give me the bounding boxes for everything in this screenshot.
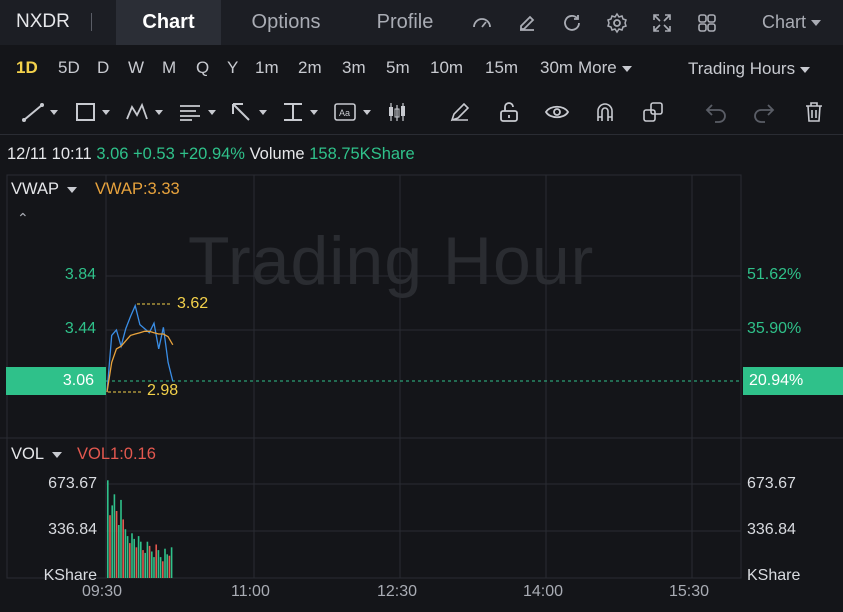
chevron-down-icon bbox=[52, 451, 63, 458]
collapse-caret-icon[interactable]: ⌃ bbox=[17, 210, 29, 227]
time-axis-label: 15:30 bbox=[669, 583, 710, 600]
volume-bar bbox=[120, 499, 122, 578]
volume-bar bbox=[118, 525, 120, 578]
vol-left-axis-label: 673.67 bbox=[48, 475, 97, 492]
time-axis-label: 12:30 bbox=[377, 583, 418, 600]
vwap-indicator-label: VWAP bbox=[11, 180, 59, 198]
volume-bar bbox=[111, 505, 113, 578]
volume-bar bbox=[133, 538, 135, 578]
volume-bar bbox=[166, 554, 168, 578]
current-pct-tag: 20.94% bbox=[743, 367, 843, 395]
volume-bar bbox=[142, 550, 144, 578]
left-axis-label: 3.44 bbox=[64, 320, 96, 337]
volume-bar bbox=[144, 552, 146, 578]
vol-right-axis-label: 336.84 bbox=[747, 521, 796, 538]
vol-right-axis-label: 673.67 bbox=[747, 475, 796, 492]
volume-bar bbox=[137, 536, 140, 578]
vwap-value: VWAP:3.33 bbox=[95, 180, 180, 198]
chevron-down-icon bbox=[66, 186, 77, 193]
vol-indicator-label: VOL bbox=[11, 445, 45, 463]
time-axis-label: 14:00 bbox=[523, 583, 564, 600]
high-price-label: 3.62 bbox=[177, 295, 209, 312]
volume-bar bbox=[126, 536, 129, 578]
volume-bar bbox=[115, 511, 118, 578]
vol-left-axis-label: 336.84 bbox=[48, 521, 97, 538]
time-axis-label: 11:00 bbox=[231, 583, 270, 600]
main-pane-frame bbox=[6, 174, 742, 439]
volume-bar bbox=[148, 545, 151, 578]
volume-bar bbox=[157, 550, 160, 578]
session-watermark: Trading Hour bbox=[188, 223, 595, 299]
volume-bar bbox=[131, 533, 133, 578]
vol-right-axis-unit: KShare bbox=[747, 567, 801, 584]
time-axis-label: 09:30 bbox=[82, 583, 123, 600]
right-axis-label: 35.90% bbox=[747, 320, 802, 337]
volume-bar bbox=[146, 541, 149, 578]
volume-bar bbox=[168, 555, 171, 578]
volume-bar bbox=[135, 547, 138, 578]
volume-bar bbox=[124, 529, 127, 578]
volume-bar bbox=[162, 561, 164, 578]
volume-bar bbox=[153, 557, 155, 578]
volume-bar bbox=[129, 543, 131, 578]
volume-bar bbox=[170, 547, 173, 578]
volume-bar bbox=[159, 557, 162, 578]
vwap-indicator-dropdown[interactable]: VWAP bbox=[11, 180, 77, 199]
volume-bar bbox=[151, 551, 153, 578]
volume-bar bbox=[140, 541, 142, 578]
volume-bar bbox=[155, 544, 157, 578]
low-price-label: 2.98 bbox=[147, 382, 179, 399]
vol-indicator-dropdown[interactable]: VOL bbox=[11, 445, 63, 464]
chart-canvas[interactable] bbox=[0, 0, 843, 612]
vol-value: VOL1:0.16 bbox=[77, 445, 156, 463]
volume-bar bbox=[164, 548, 166, 578]
volume-bar bbox=[109, 515, 111, 578]
volume-bar bbox=[122, 519, 124, 578]
left-axis-label: 3.84 bbox=[64, 266, 96, 283]
volume-bar bbox=[107, 480, 109, 578]
right-axis-label: 51.62% bbox=[747, 266, 802, 283]
current-price-tag: 3.06 bbox=[6, 367, 106, 395]
volume-bar bbox=[113, 494, 116, 578]
